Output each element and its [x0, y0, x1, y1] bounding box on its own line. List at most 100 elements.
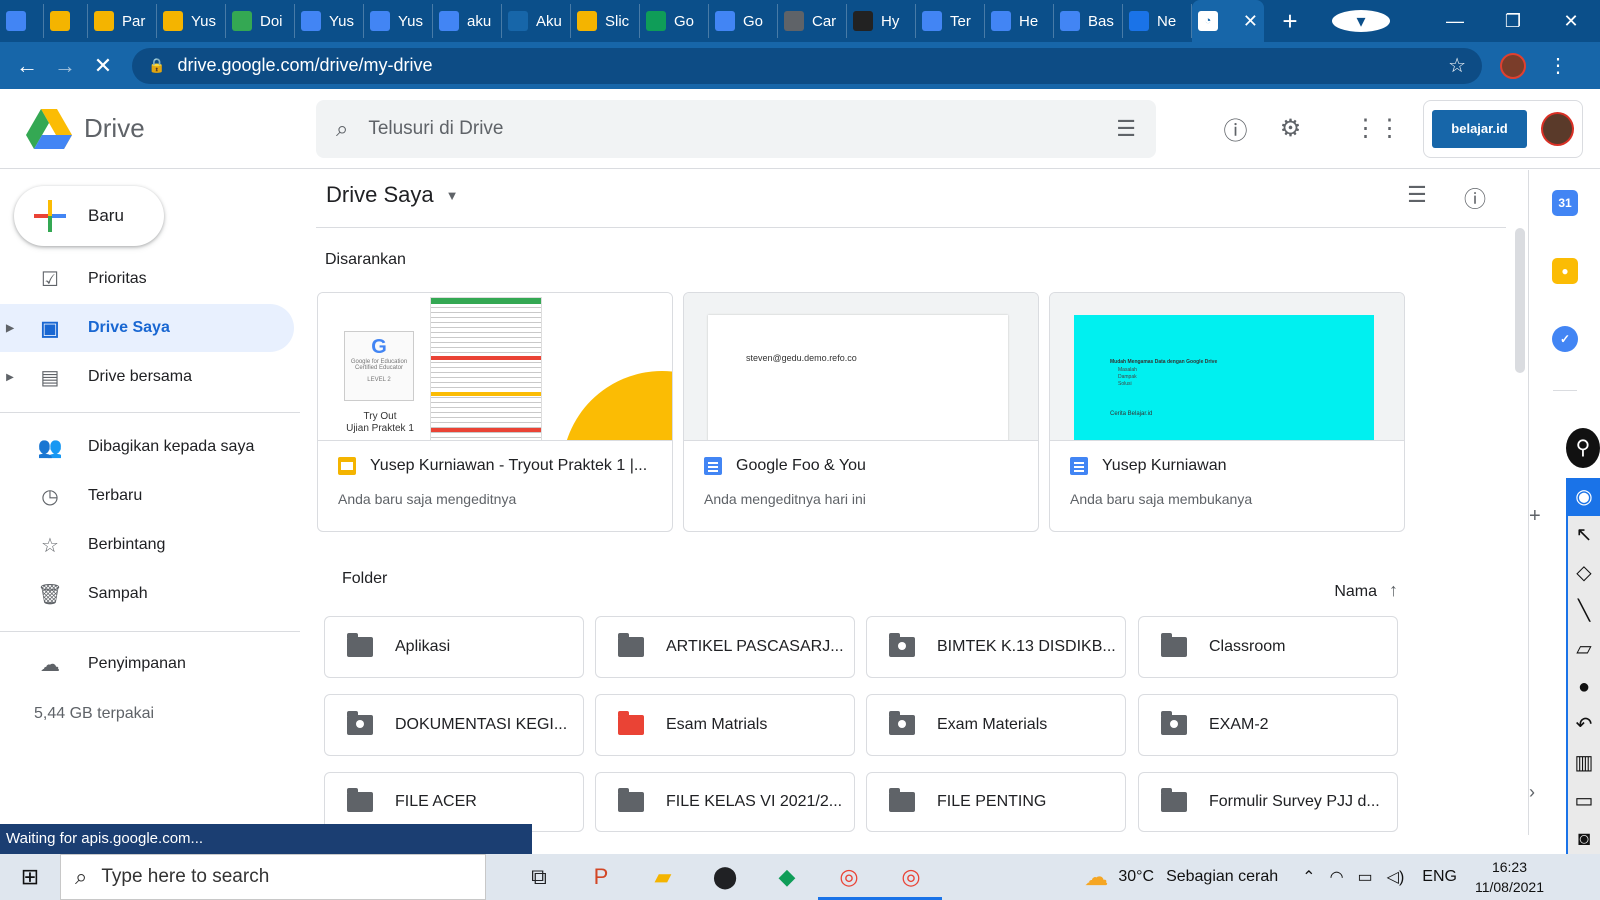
sidebar-item-recent[interactable]: ◷ Terbaru — [0, 472, 300, 520]
suggested-card[interactable]: G Google for Education Certified Educato… — [317, 292, 673, 532]
close-window-button[interactable]: ✕ — [1542, 11, 1600, 32]
profile-avatar[interactable] — [1500, 52, 1526, 79]
account-avatar[interactable] — [1540, 111, 1574, 146]
browser-tab[interactable] — [44, 4, 88, 38]
bookmark-star-icon[interactable]: ☆ — [1448, 53, 1466, 78]
search-icon[interactable]: ⌕ — [336, 116, 348, 142]
search-input[interactable]: Telusuri di Drive — [368, 118, 1116, 140]
chrome-icon[interactable]: ◎ — [880, 854, 942, 900]
browser-menu-icon[interactable]: ⋮ — [1548, 53, 1568, 78]
network-icon[interactable]: ◠ — [1330, 867, 1344, 887]
settings-gear-icon[interactable]: ⚙ — [1263, 114, 1318, 143]
chrome-icon[interactable]: ◎ — [818, 854, 880, 900]
camera-icon[interactable]: ◙ — [1568, 820, 1600, 858]
pen-icon[interactable]: ╲ — [1568, 592, 1600, 630]
sidebar-item-priority[interactable]: ☑ Prioritas — [0, 255, 300, 303]
tray-overflow-icon[interactable]: ⌃ — [1302, 867, 1315, 887]
sidebar-item-storage[interactable]: ☁ Penyimpanan — [0, 640, 300, 688]
file-explorer-icon[interactable]: ▰ — [632, 854, 694, 900]
new-button[interactable]: Baru — [14, 186, 164, 246]
volume-icon[interactable]: ◁) — [1387, 867, 1405, 887]
tag-icon[interactable]: ◇ — [1568, 554, 1600, 592]
account-area[interactable]: belajar.id — [1423, 99, 1583, 158]
dot-icon[interactable]: ● — [1568, 668, 1600, 706]
restore-button[interactable]: ❐ — [1484, 11, 1542, 32]
tab-search-icon[interactable]: ▾ — [1332, 10, 1390, 32]
suggested-card[interactable]: Mudah Mengamas Data dengan Google Drive … — [1049, 292, 1405, 532]
lock-icon[interactable]: 🔒 — [148, 57, 165, 74]
folder-item[interactable]: DOKUMENTASI KEGI... — [324, 694, 584, 756]
weather-temp[interactable]: 30°C — [1118, 868, 1154, 886]
app-icon[interactable]: ⬤ — [694, 854, 756, 900]
browser-tab[interactable]: Bas — [1054, 4, 1123, 38]
browser-tab[interactable]: Car — [778, 4, 847, 38]
windows-start-icon[interactable]: ⊞ — [0, 864, 60, 890]
details-info-icon[interactable]: ⓘ — [1446, 182, 1504, 214]
file-name[interactable]: Yusep Kurniawan - Tryout Praktek 1 |... — [338, 457, 658, 475]
key-icon[interactable]: ⚲ — [1566, 428, 1600, 468]
active-tab[interactable]: ◔ ✕ — [1192, 0, 1264, 42]
list-view-icon[interactable]: ☰ — [1388, 182, 1446, 214]
app-icon[interactable]: ◆ — [756, 854, 818, 900]
browser-tab[interactable]: Par — [88, 4, 157, 38]
clock[interactable]: 16:23 11/08/2021 — [1475, 857, 1544, 897]
folder-item[interactable]: ARTIKEL PASCASARJ... — [595, 616, 855, 678]
address-bar[interactable]: 🔒 drive.google.com/drive/my-drive ☆ — [132, 47, 1482, 84]
weather-icon[interactable]: ☁ — [1084, 863, 1108, 892]
scrollbar-thumb[interactable] — [1515, 228, 1525, 373]
drive-logo[interactable]: Drive — [26, 108, 316, 149]
search-options-icon[interactable]: ☰ — [1116, 116, 1136, 142]
folder-item[interactable]: Exam Materials — [866, 694, 1126, 756]
browser-tab[interactable]: Aku — [502, 4, 571, 38]
folder-item[interactable]: Aplikasi — [324, 616, 584, 678]
folder-item[interactable]: Esam Matrials — [595, 694, 855, 756]
task-view-icon[interactable]: ⧉ — [508, 854, 570, 900]
stop-loading-button[interactable]: ✕ — [84, 53, 122, 79]
folder-item[interactable]: FILE ACER — [324, 772, 584, 832]
expand-caret-icon[interactable]: ▶ — [0, 372, 20, 383]
browser-tab[interactable]: Yus — [157, 4, 226, 38]
taskbar-search-input[interactable]: Type here to search — [101, 866, 269, 888]
suggested-card[interactable]: steven@gedu.demo.refo.co Google Foo & Yo… — [683, 292, 1039, 532]
expand-caret-icon[interactable]: ▶ — [0, 323, 20, 334]
browser-tab[interactable]: Yus — [295, 4, 364, 38]
browser-tab[interactable]: Doi — [226, 4, 295, 38]
folder-item[interactable]: FILE PENTING — [866, 772, 1126, 832]
forward-button[interactable]: → — [46, 53, 84, 79]
back-button[interactable]: ← — [8, 53, 46, 79]
main-scrollbar[interactable] — [1514, 228, 1526, 833]
sidebar-item-starred[interactable]: ☆ Berbintang — [0, 521, 300, 569]
undo-icon[interactable]: ↶ — [1568, 706, 1600, 744]
search-box[interactable]: ⌕ Telusuri di Drive ☰ — [316, 99, 1156, 158]
folder-item[interactable]: EXAM-2 — [1138, 694, 1398, 756]
help-icon[interactable]: ⓘ — [1208, 111, 1263, 146]
chevron-down-icon[interactable]: ▼ — [446, 188, 459, 203]
weather-desc[interactable]: Sebagian cerah — [1166, 868, 1278, 886]
whiteboard-icon[interactable]: ▭ — [1568, 782, 1600, 820]
sort-arrow-up-icon[interactable]: ↑ — [1389, 580, 1398, 600]
folder-item[interactable]: FILE KELAS VI 2021/2... — [595, 772, 855, 832]
powerpoint-icon[interactable]: P — [570, 854, 632, 900]
breadcrumb[interactable]: Drive Saya ▼ — [326, 182, 458, 208]
sidebar-item-shared-drives[interactable]: ▶ ▤ Drive bersama — [0, 353, 300, 401]
sort-control[interactable]: Nama ↑ — [1334, 580, 1398, 601]
browser-tab[interactable]: Ter — [916, 4, 985, 38]
apps-grid-icon[interactable]: ⋮⋮ — [1350, 114, 1405, 143]
browser-tab[interactable]: Yus — [364, 4, 433, 38]
page-title[interactable]: Drive Saya — [326, 182, 434, 208]
add-addon-icon[interactable]: + — [1529, 505, 1541, 528]
folder-item[interactable]: Classroom — [1138, 616, 1398, 678]
minimize-button[interactable]: — — [1426, 11, 1484, 32]
browser-tab[interactable]: Hy — [847, 4, 916, 38]
eye-icon[interactable]: ◉ — [1568, 478, 1600, 516]
sidebar-item-shared-with-me[interactable]: 👥 Dibagikan kepada saya — [0, 423, 300, 471]
collapse-panel-icon[interactable]: › — [1529, 782, 1535, 803]
sort-label[interactable]: Nama — [1334, 583, 1377, 600]
clear-trash-icon[interactable]: ▥ — [1568, 744, 1600, 782]
file-name[interactable]: Google Foo & You — [704, 457, 1024, 475]
folder-item[interactable]: BIMTEK K.13 DISDIKB... — [866, 616, 1126, 678]
browser-tab[interactable]: Go — [709, 4, 778, 38]
new-tab-button[interactable]: + — [1270, 6, 1310, 37]
account-badge[interactable]: belajar.id — [1432, 109, 1527, 148]
sidebar-item-my-drive[interactable]: ▶ ▣ Drive Saya — [0, 304, 294, 352]
